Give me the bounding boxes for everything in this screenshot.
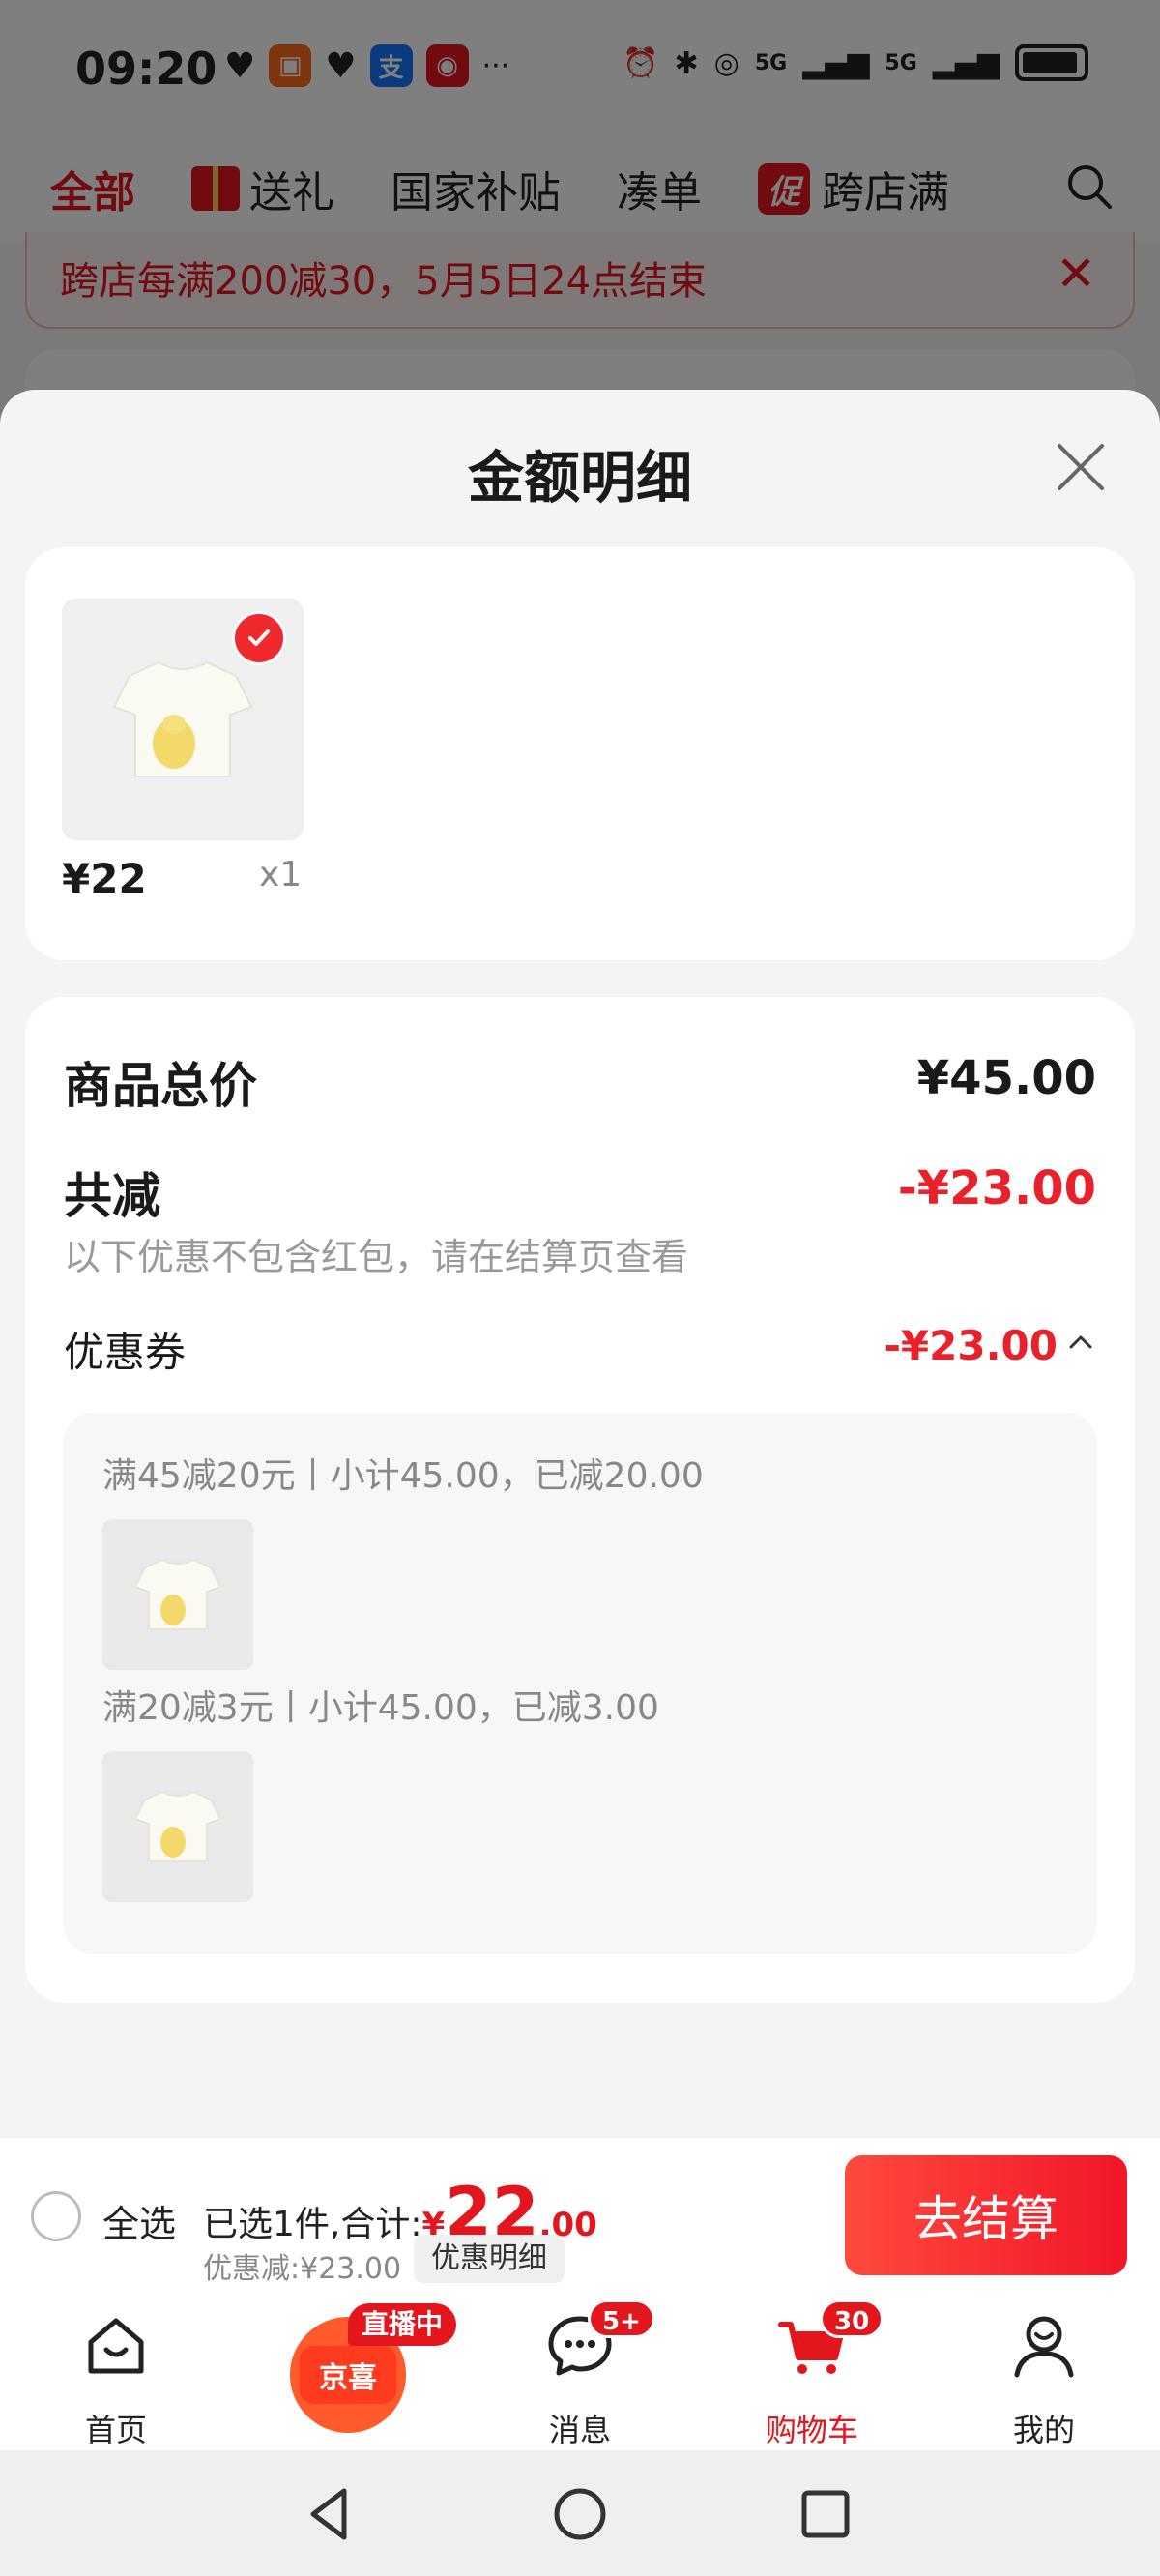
sheet-title: 金额明细 [467, 445, 692, 511]
total-label: 商品总价 [64, 1058, 257, 1114]
checkmark-icon[interactable] [232, 611, 286, 665]
profile-icon [1014, 2316, 1074, 2378]
coupon-rule: 满45减20元丨小计45.00，已减20.00 [102, 1456, 704, 1496]
reduce-value: -¥23.00 [897, 1161, 1096, 1215]
bottom-nav: 首页 5+ 消息 30 购物车 我的 [0, 2294, 1160, 2450]
reduce-label: 共减 [64, 1168, 160, 1224]
system-nav-bar [0, 2450, 1160, 2576]
home-icon [88, 2318, 144, 2374]
coupon-breakdown: 满45减20元丨小计45.00，已减20.00 满20减3元丨小计45.00，已… [64, 1413, 1096, 1954]
checkout-button[interactable]: 去结算 [845, 2155, 1127, 2275]
checkout-bar: 全选 已选1件,合计:¥22.00 优惠减:¥23.00 优惠明细 去结算 [0, 2137, 1160, 2294]
messages-badge: 5+ [588, 2299, 655, 2338]
tshirt-image [133, 1558, 222, 1630]
nav-home-label: 首页 [84, 2412, 147, 2448]
selected-items-card: ¥22 x1 [25, 547, 1135, 960]
total-value: ¥45.00 [916, 1051, 1096, 1105]
coupon-value[interactable]: -¥23.00 [884, 1322, 1058, 1369]
back-icon[interactable] [300, 2483, 362, 2545]
discount-detail-button[interactable]: 优惠明细 [414, 2235, 565, 2283]
live-badge: 直播中 [348, 2303, 457, 2346]
nav-profile-label: 我的 [1012, 2412, 1075, 2448]
close-icon[interactable] [1052, 438, 1110, 496]
nav-cart-label: 购物车 [765, 2412, 858, 2448]
nav-home[interactable]: 首页 [39, 2311, 193, 2448]
item-price: ¥22 [62, 855, 147, 902]
recents-icon[interactable] [795, 2483, 856, 2545]
select-all-label[interactable]: 全选 [102, 2194, 176, 2247]
coupon-rule: 满20减3元丨小计45.00，已减3.00 [102, 1688, 659, 1728]
home-circle-icon[interactable] [549, 2483, 611, 2545]
reduce-note: 以下优惠不包含红包，请在结算页查看 [64, 1236, 689, 1278]
amount-detail-sheet: 金额明细 ¥22 x1 商品总价 ¥45.00 共减 -¥23.00 以下优惠不… [0, 390, 1160, 2295]
product-image [102, 1519, 253, 1670]
cart-badge: 30 [820, 2299, 884, 2338]
chevron-up-icon[interactable] [1065, 1326, 1096, 1357]
product-image [102, 1751, 253, 1902]
select-all-radio[interactable] [31, 2191, 81, 2241]
discount-text: 优惠减:¥23.00 [203, 2252, 402, 2286]
selected-text: 已选1件,合计: [203, 2205, 422, 2244]
price-detail-card: 商品总价 ¥45.00 共减 -¥23.00 以下优惠不包含红包，请在结算页查看… [25, 997, 1135, 2003]
item-quantity: x1 [259, 855, 303, 894]
coupon-label[interactable]: 优惠券 [64, 1320, 186, 1379]
nav-messages[interactable]: 5+ 消息 [503, 2299, 657, 2448]
tshirt-image [133, 1790, 222, 1862]
nav-profile[interactable]: 我的 [967, 2311, 1121, 2448]
nav-cart[interactable]: 30 购物车 [735, 2299, 889, 2448]
nav-messages-label: 消息 [548, 2412, 611, 2448]
jingxi-icon: 京喜 [300, 2346, 396, 2404]
